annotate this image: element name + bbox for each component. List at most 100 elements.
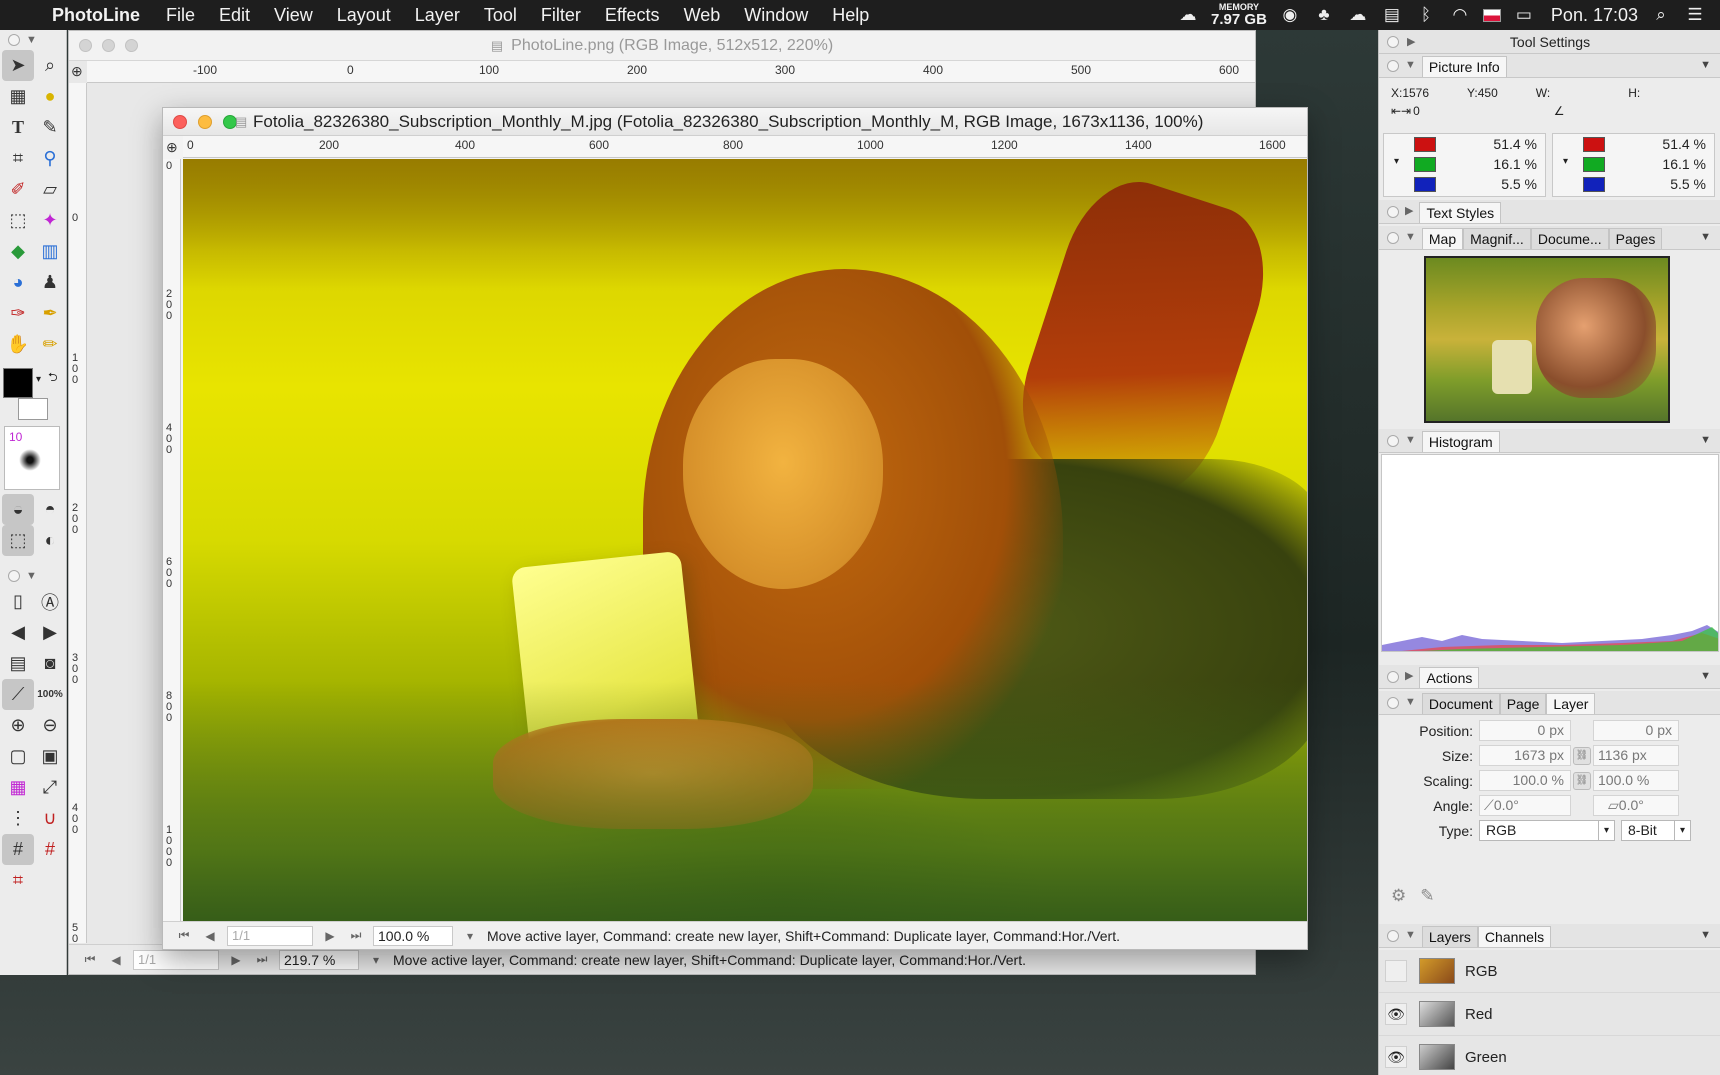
color-readout-right[interactable]: ▾ 51.4 % 16.1 % 5.5 % xyxy=(1552,133,1715,197)
expand-icon[interactable]: ▶ xyxy=(1407,30,1415,54)
readout-dropdown-icon[interactable]: ▾ xyxy=(1394,156,1399,167)
tool-settings-header[interactable]: ▶ Tool Settings xyxy=(1379,30,1720,54)
previous-icon[interactable]: ◀ xyxy=(2,617,34,648)
readout-dropdown-icon[interactable]: ▾ xyxy=(1563,156,1568,167)
page-view-icon[interactable]: ▢ xyxy=(2,741,34,772)
close-button[interactable] xyxy=(173,115,187,129)
menu-web[interactable]: Web xyxy=(672,0,733,30)
next-page-icon[interactable]: ▶ xyxy=(227,953,245,967)
shear-field[interactable]: ⏥0.0° xyxy=(1593,795,1679,816)
close-button[interactable] xyxy=(79,39,92,52)
tab-channels[interactable]: Channels xyxy=(1477,926,1552,947)
move-tool-icon[interactable]: ➤ xyxy=(2,50,34,81)
menu-file[interactable]: File xyxy=(154,0,207,30)
tab-text-styles[interactable]: Text Styles xyxy=(1419,202,1502,223)
collapse-icon[interactable]: ▼ xyxy=(1405,696,1416,708)
transform-tool-icon[interactable]: ▦ xyxy=(2,81,34,112)
channel-row-red[interactable]: 👁 Red xyxy=(1379,993,1720,1036)
zoom-dropdown-icon[interactable]: ▾ xyxy=(461,929,479,943)
stamp-tool-icon[interactable]: ♟ xyxy=(34,267,66,298)
visibility-toggle[interactable] xyxy=(1385,960,1407,982)
clock[interactable]: Pon. 17:03 xyxy=(1551,5,1638,26)
image-horizontal-ruler[interactable]: 0 200 400 600 800 1000 1200 1400 1600 xyxy=(183,136,1307,158)
first-page-icon[interactable]: ⏮ xyxy=(175,928,193,943)
angle-field[interactable]: ⟋0.0° xyxy=(1479,795,1571,816)
link-size-icon[interactable]: ⛓ xyxy=(1573,746,1591,765)
expand-icon[interactable]: ▶ xyxy=(1405,669,1413,682)
foreground-color[interactable] xyxy=(3,368,33,398)
mask-brush-icon[interactable]: ◓ xyxy=(34,494,66,525)
menu-filter[interactable]: Filter xyxy=(529,0,593,30)
scaling-x-field[interactable]: 100.0 % xyxy=(1479,770,1571,791)
creative-cloud-icon[interactable]: ☁ xyxy=(1177,5,1199,25)
panel-close-button[interactable] xyxy=(1387,36,1399,48)
ruler-origin-icon[interactable]: ⊕ xyxy=(166,139,178,156)
toolbox2-close-button[interactable] xyxy=(8,570,20,582)
spread-view-icon[interactable]: ▣ xyxy=(34,741,66,772)
panel-close-button[interactable] xyxy=(1387,671,1399,683)
list-icon[interactable]: ☰ xyxy=(1684,5,1706,25)
brush-preview[interactable]: 10 xyxy=(4,426,60,490)
tab-magnifier[interactable]: Magnif... xyxy=(1463,228,1531,249)
minimize-button[interactable] xyxy=(102,39,115,52)
eyedropper-tool-icon[interactable]: ⚲ xyxy=(34,143,66,174)
document-titlebar[interactable]: ▤ PhotoLine.png (RGB Image, 512x512, 220… xyxy=(69,31,1255,61)
text-frame-icon[interactable]: Ⓐ xyxy=(34,586,66,617)
hand-tool-icon[interactable]: ✋ xyxy=(2,329,34,360)
first-page-icon[interactable]: ⏮ xyxy=(81,952,99,967)
dodge-tool-icon[interactable]: ✒ xyxy=(34,298,66,329)
menu-edit[interactable]: Edit xyxy=(207,0,262,30)
collapse-icon[interactable]: ▼ xyxy=(1405,59,1416,71)
menu-window[interactable]: Window xyxy=(732,0,820,30)
menu-layout[interactable]: Layout xyxy=(325,0,403,30)
zoom-out-icon[interactable]: ⊖ xyxy=(34,710,66,741)
tab-picture-info[interactable]: Picture Info xyxy=(1421,56,1507,77)
edit-icon[interactable]: ✎ xyxy=(1420,886,1434,906)
size-width-field[interactable]: 1673 px xyxy=(1479,745,1571,766)
collapse-icon-2[interactable]: ▼ xyxy=(26,570,37,582)
image-titlebar[interactable]: ▤ Fotolia_82326380_Subscription_Monthly_… xyxy=(163,108,1307,136)
panel-close-button[interactable] xyxy=(1387,232,1399,244)
color-brush-icon[interactable]: ◕ xyxy=(2,267,34,298)
ellipse-tool-icon[interactable]: ● xyxy=(34,81,66,112)
memory-indicator[interactable]: MEMORY 7.97 GB xyxy=(1211,3,1267,28)
background-color[interactable] xyxy=(18,398,48,420)
next-page-icon[interactable]: ▶ xyxy=(321,929,339,943)
snap-grid-icon[interactable]: # xyxy=(34,834,66,865)
expand-icon[interactable]: ▶ xyxy=(1405,204,1413,217)
app-menu[interactable]: PhotoLine xyxy=(52,5,140,26)
channel-row-green[interactable]: 👁 Green xyxy=(1379,1036,1720,1075)
zoom-dropdown-icon[interactable]: ▾ xyxy=(367,953,385,967)
tab-layer[interactable]: Layer xyxy=(1546,693,1596,714)
panel-menu-icon[interactable]: ▼ xyxy=(1700,434,1711,446)
minimize-button[interactable] xyxy=(198,115,212,129)
toolbox-close-button[interactable] xyxy=(8,34,20,46)
selection-tool-icon[interactable]: ⬚ xyxy=(2,205,34,236)
cloud-icon[interactable]: ☁ xyxy=(1347,5,1369,25)
menu-view[interactable]: View xyxy=(262,0,325,30)
blur-tool-icon[interactable]: ✏ xyxy=(34,329,66,360)
collapse-icon[interactable]: ▼ xyxy=(1405,929,1416,941)
horizontal-ruler[interactable]: -100 0 100 200 300 400 500 600 xyxy=(87,61,1255,83)
colors-icon[interactable]: ▦ xyxy=(2,772,34,803)
panel-menu-icon[interactable]: ▼ xyxy=(1700,929,1711,941)
map-thumbnail[interactable] xyxy=(1424,256,1670,423)
position-y-field[interactable]: 0 px xyxy=(1593,720,1679,741)
ruler-origin-icon[interactable]: ⊕ xyxy=(71,63,83,80)
collapse-icon[interactable]: ▼ xyxy=(1405,434,1416,446)
panel-menu-icon[interactable]: ▼ xyxy=(1700,670,1711,682)
type-select[interactable]: RGB ▾ xyxy=(1479,820,1615,841)
gradient-tool-icon[interactable]: ▥ xyxy=(34,236,66,267)
color-dropdown-icon[interactable]: ▾ xyxy=(36,374,41,385)
menu-tool[interactable]: Tool xyxy=(472,0,529,30)
collapse-icon[interactable]: ▼ xyxy=(1405,231,1416,243)
tab-map[interactable]: Map xyxy=(1421,228,1464,249)
prev-page-icon[interactable]: ◀ xyxy=(107,953,125,967)
quick-mask-icon[interactable]: ⬚ xyxy=(2,525,34,556)
zoom-field[interactable]: 219.7 % xyxy=(279,949,359,970)
prev-page-icon[interactable]: ◀ xyxy=(201,929,219,943)
tab-pages[interactable]: Pages xyxy=(1608,228,1663,249)
tab-actions[interactable]: Actions xyxy=(1419,667,1480,688)
search-icon[interactable]: ⌕ xyxy=(1650,5,1672,25)
new-document-icon[interactable]: ▯ xyxy=(2,586,34,617)
